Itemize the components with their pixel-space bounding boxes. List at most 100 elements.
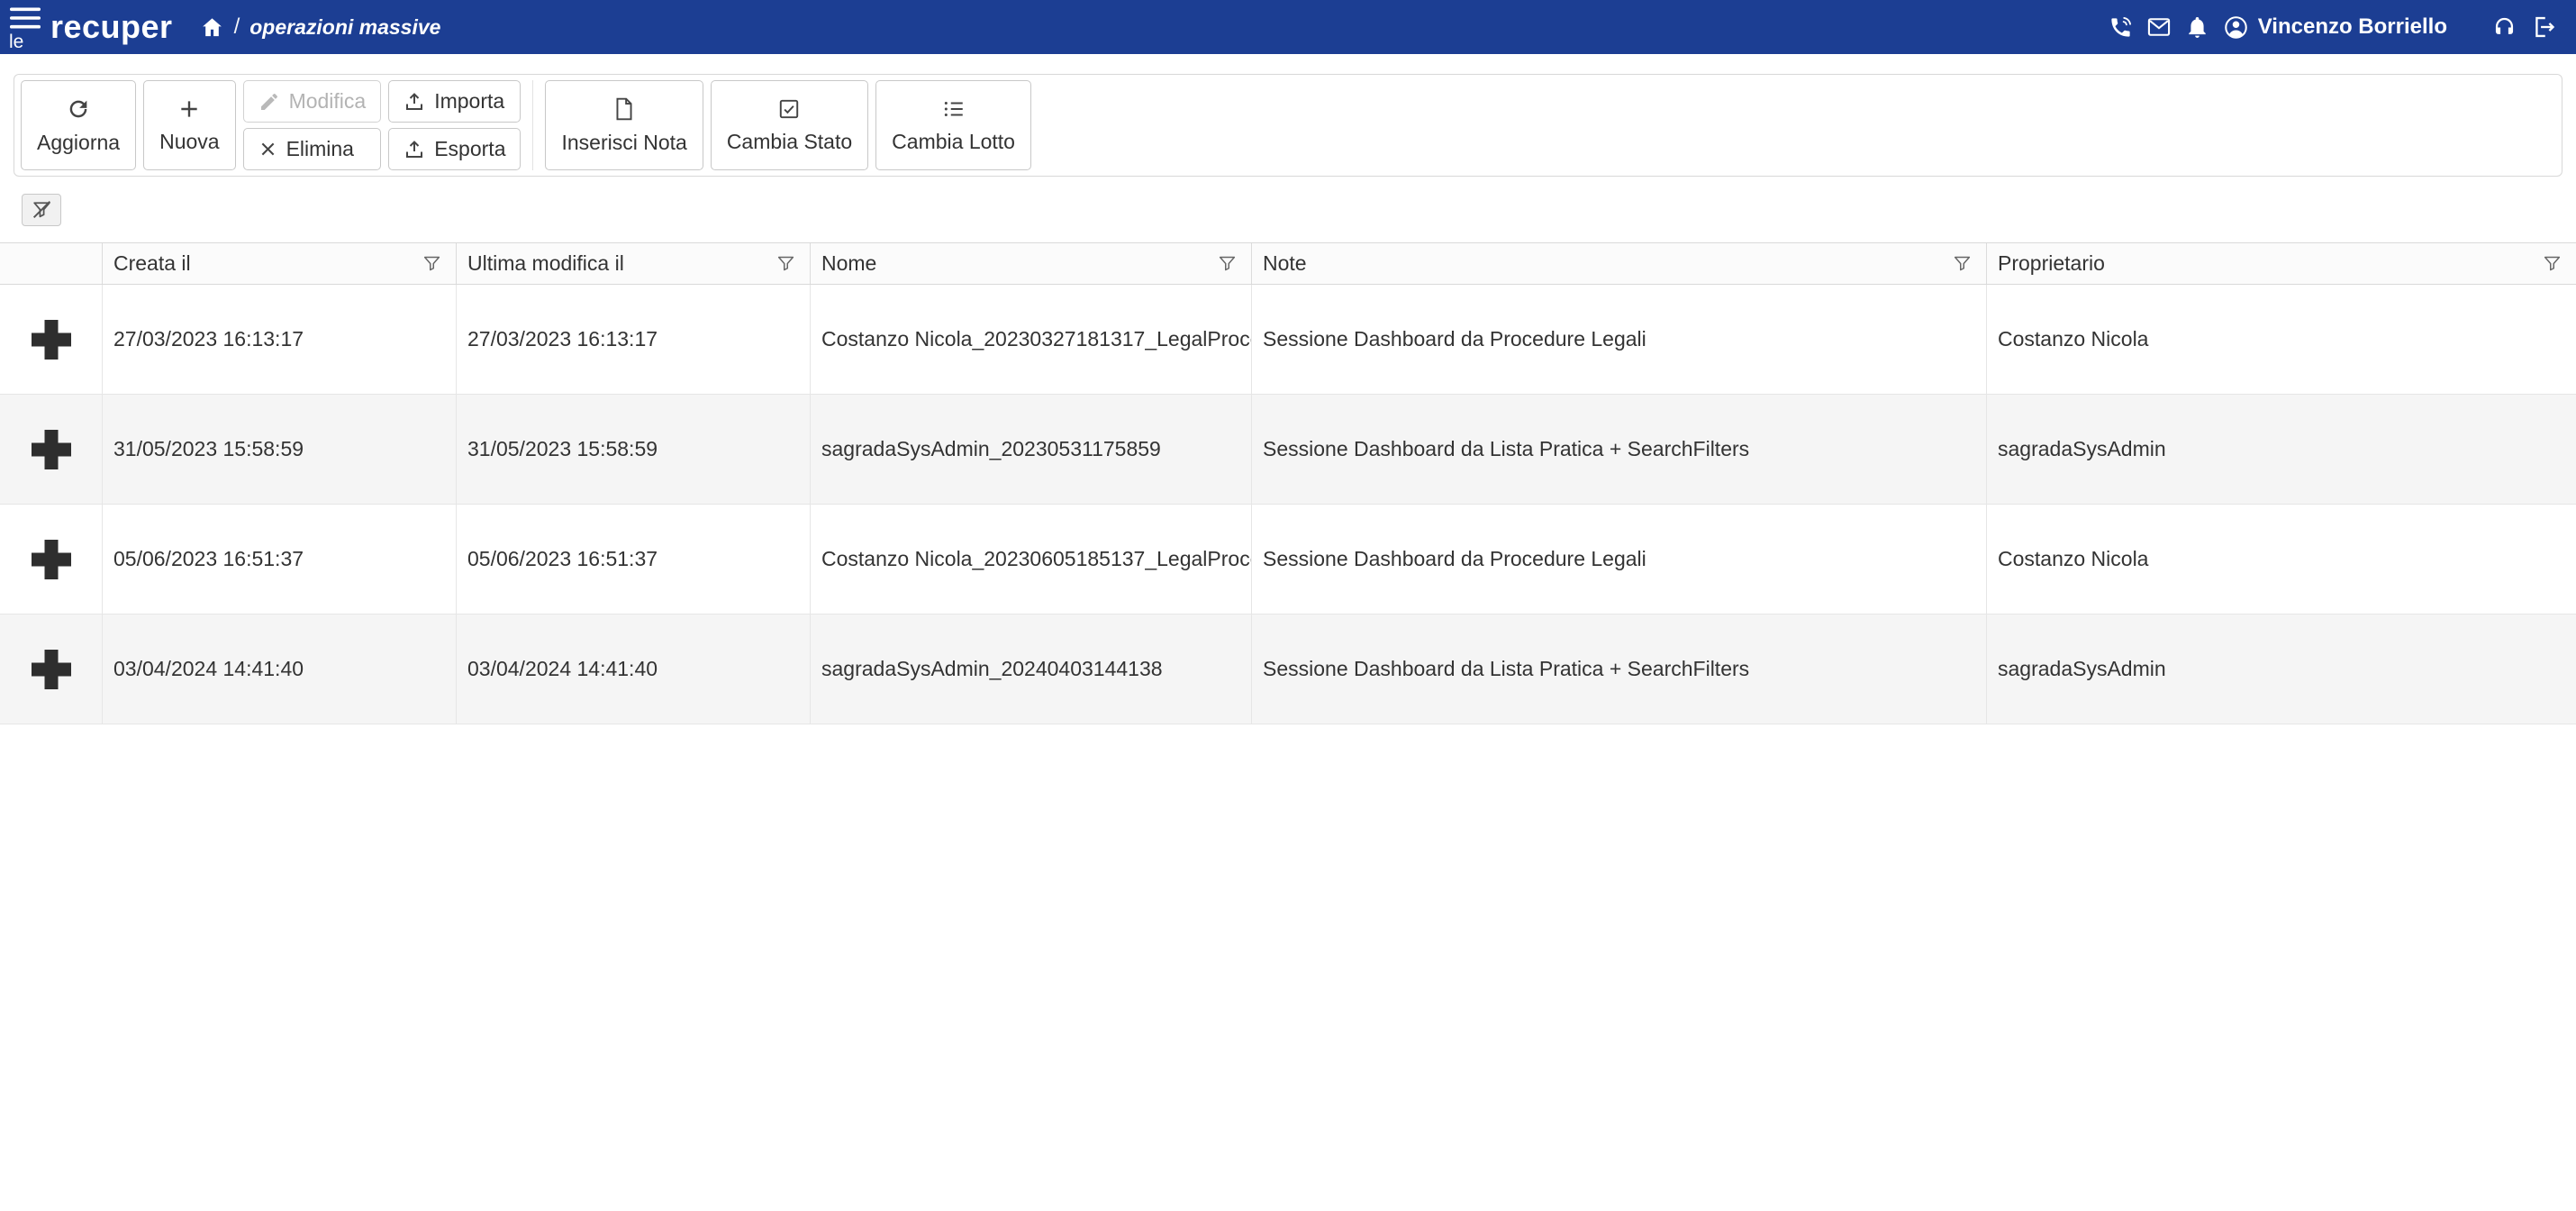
column-header-label: Nome (821, 251, 876, 276)
sidebar-snippet-label: le (9, 32, 23, 51)
user-name: Vincenzo Borriello (2258, 14, 2447, 40)
elimina-label: Elimina (286, 137, 354, 161)
cell-proprietario: Costanzo Nicola (1986, 285, 2576, 394)
phone-icon[interactable] (2109, 15, 2133, 40)
cell-expand (0, 505, 102, 614)
filter-icon[interactable] (422, 254, 441, 273)
cambia-stato-button[interactable]: Cambia Stato (711, 80, 868, 170)
action-toolbar: Aggiorna Nuova Modifica Elimina Importa (14, 74, 2562, 177)
status-icon (777, 97, 801, 121)
cell-expand (0, 285, 102, 394)
note-icon (612, 96, 636, 122)
cambia-lotto-label: Cambia Lotto (892, 130, 1015, 154)
cell-note: Sessione Dashboard da Procedure Legali (1251, 505, 1986, 614)
delete-icon (259, 140, 277, 159)
inserisci-nota-label: Inserisci Nota (561, 131, 686, 155)
column-header-label: Creata il (113, 251, 191, 276)
headset-icon[interactable] (2491, 15, 2517, 40)
expand-row-button[interactable] (26, 534, 77, 585)
cell-nome: Costanzo Nicola_20230605185137_LegalProc… (810, 505, 1251, 614)
column-header-expand (0, 243, 102, 284)
import-icon (404, 91, 425, 113)
toolbar-divider (532, 80, 533, 170)
expand-icon (26, 314, 77, 365)
cell-proprietario: sagradaSysAdmin (1986, 395, 2576, 504)
cell-note: Sessione Dashboard da Lista Pratica + Se… (1251, 615, 1986, 724)
column-header-label: Proprietario (1998, 251, 2105, 276)
breadcrumb-current: operazioni massive (249, 15, 440, 40)
export-icon (404, 139, 425, 160)
mail-icon[interactable] (2146, 14, 2172, 40)
cell-expand (0, 395, 102, 504)
expand-row-button[interactable] (26, 314, 77, 365)
cell-ultima-modifica: 03/04/2024 14:41:40 (456, 615, 810, 724)
cambia-lotto-button[interactable]: Cambia Lotto (875, 80, 1031, 170)
navbar-left: le recuper / operazioni massive (9, 0, 440, 54)
cell-note: Sessione Dashboard da Procedure Legali (1251, 285, 1986, 394)
table-row: 27/03/2023 16:13:17 27/03/2023 16:13:17 … (0, 285, 2576, 395)
column-header-proprietario[interactable]: Proprietario (1986, 243, 2576, 284)
clear-filter-button[interactable] (22, 194, 61, 226)
cell-note: Sessione Dashboard da Lista Pratica + Se… (1251, 395, 1986, 504)
esporta-button[interactable]: Esporta (388, 128, 521, 170)
cell-proprietario: sagradaSysAdmin (1986, 615, 2576, 724)
logout-icon[interactable] (2531, 14, 2556, 40)
cell-expand (0, 615, 102, 724)
expand-icon (26, 644, 77, 695)
user-icon (2223, 14, 2249, 41)
cell-ultima-modifica: 31/05/2023 15:58:59 (456, 395, 810, 504)
edit-icon (259, 91, 280, 113)
importa-label: Importa (434, 89, 504, 114)
data-grid: Creata il Ultima modifica il Nome Note P… (0, 242, 2576, 724)
expand-row-button[interactable] (26, 644, 77, 695)
filter-icon[interactable] (1218, 254, 1237, 273)
expand-icon (26, 424, 77, 475)
column-header-label: Note (1263, 251, 1307, 276)
cell-creata-il: 31/05/2023 15:58:59 (102, 395, 456, 504)
column-header-ultima-modifica[interactable]: Ultima modifica il (456, 243, 810, 284)
menu-icon[interactable] (9, 6, 41, 30)
column-header-nome[interactable]: Nome (810, 243, 1251, 284)
bell-icon[interactable] (2185, 15, 2209, 40)
clear-filter-icon (31, 198, 53, 221)
modifica-button[interactable]: Modifica (243, 80, 382, 123)
breadcrumb-separator: / (234, 14, 240, 40)
filter-icon[interactable] (2543, 254, 2562, 273)
expand-row-button[interactable] (26, 424, 77, 475)
plus-icon (177, 97, 201, 121)
cell-nome: sagradaSysAdmin_20240403144138 (810, 615, 1251, 724)
home-icon[interactable] (200, 15, 224, 40)
cell-creata-il: 03/04/2024 14:41:40 (102, 615, 456, 724)
cell-ultima-modifica: 27/03/2023 16:13:17 (456, 285, 810, 394)
filter-icon[interactable] (776, 254, 795, 273)
esporta-label: Esporta (434, 137, 505, 161)
navbar-right: Vincenzo Borriello (2109, 14, 2556, 41)
cell-nome: sagradaSysAdmin_20230531175859 (810, 395, 1251, 504)
expand-icon (26, 534, 77, 585)
filter-icon[interactable] (1953, 254, 1972, 273)
column-header-note[interactable]: Note (1251, 243, 1986, 284)
nuova-button[interactable]: Nuova (143, 80, 235, 170)
column-header-creata-il[interactable]: Creata il (102, 243, 456, 284)
import-export-group: Importa Esporta (388, 80, 521, 170)
cell-creata-il: 27/03/2023 16:13:17 (102, 285, 456, 394)
cell-creata-il: 05/06/2023 16:51:37 (102, 505, 456, 614)
grid-header-row: Creata il Ultima modifica il Nome Note P… (0, 242, 2576, 285)
user-menu[interactable]: Vincenzo Borriello (2223, 14, 2447, 41)
grid-toolbar (0, 177, 2576, 242)
top-navbar: le recuper / operazioni massive Vincenzo… (0, 0, 2576, 54)
aggiorna-label: Aggiorna (37, 131, 120, 155)
importa-button[interactable]: Importa (388, 80, 521, 123)
cell-nome: Costanzo Nicola_20230327181317_LegalProc… (810, 285, 1251, 394)
inserisci-nota-button[interactable]: Inserisci Nota (545, 80, 703, 170)
cell-proprietario: Costanzo Nicola (1986, 505, 2576, 614)
aggiorna-button[interactable]: Aggiorna (21, 80, 136, 170)
brand-logo[interactable]: recuper (50, 8, 173, 46)
lotto-icon (942, 97, 966, 121)
elimina-button[interactable]: Elimina (243, 128, 382, 170)
refresh-icon (66, 96, 91, 122)
table-row: 31/05/2023 15:58:59 31/05/2023 15:58:59 … (0, 395, 2576, 505)
table-row: 05/06/2023 16:51:37 05/06/2023 16:51:37 … (0, 505, 2576, 615)
cambia-stato-label: Cambia Stato (727, 130, 852, 154)
modifica-label: Modifica (289, 89, 367, 114)
